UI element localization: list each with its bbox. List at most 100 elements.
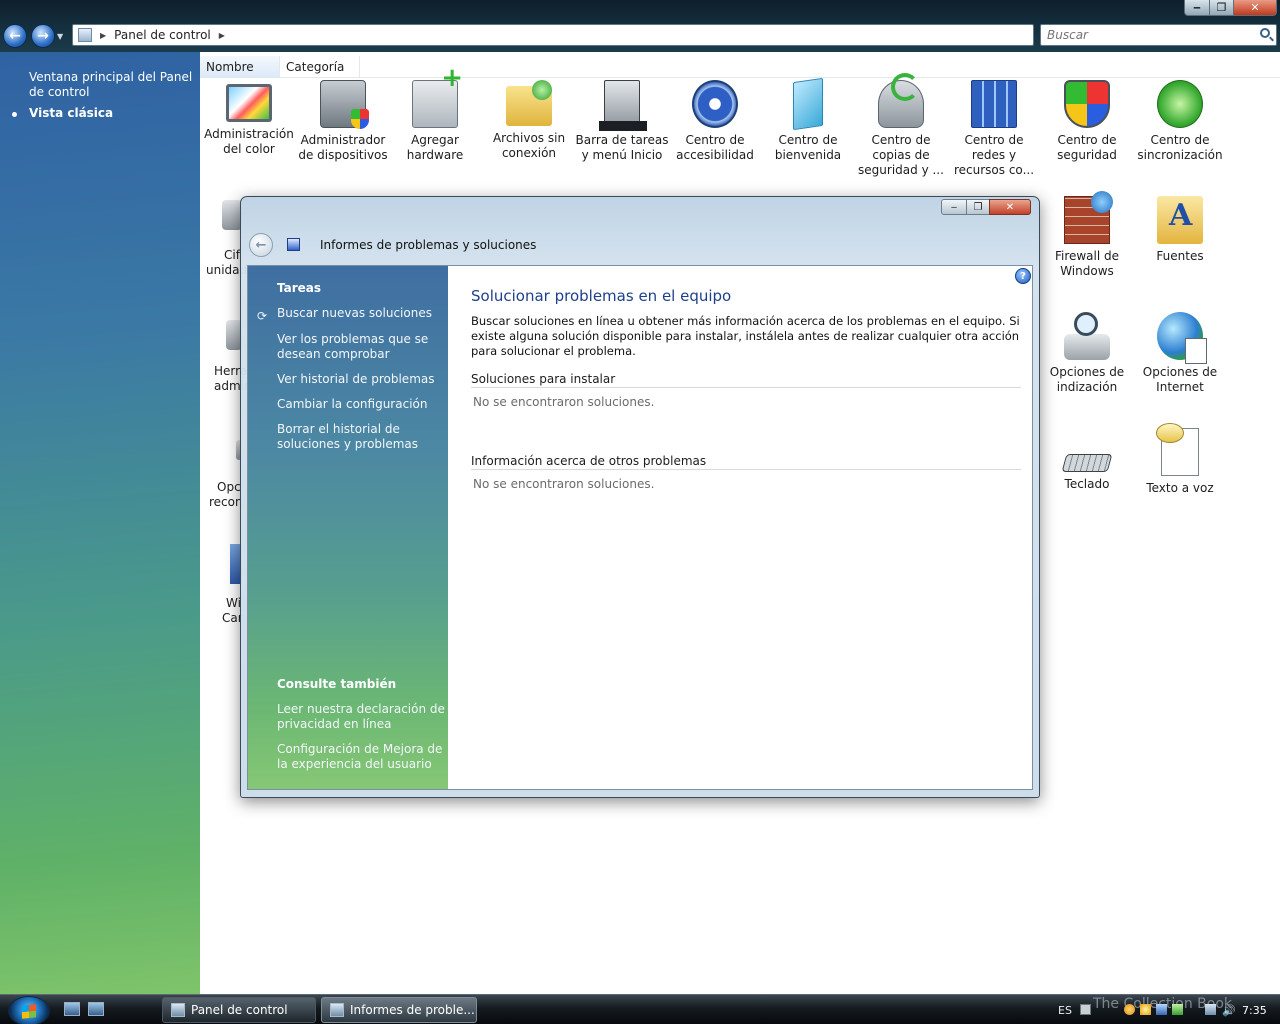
search-input[interactable] <box>1047 28 1247 42</box>
cp-item-backup-center[interactable]: Centro de copias de seguridad y ... <box>853 73 949 178</box>
backup-center-icon <box>878 73 924 128</box>
back-button[interactable]: ← <box>249 233 273 257</box>
network-center-icon <box>971 80 1017 128</box>
cp-item-label: Administrador de dispositivos <box>298 133 388 162</box>
volume-icon[interactable]: 🔊 <box>1222 1004 1236 1017</box>
tasks-pane: Tareas ⟳ Buscar nuevas soluciones Ver lo… <box>248 266 448 789</box>
partial-item-label[interactable]: Opc recon <box>209 480 243 510</box>
back-button[interactable]: ← <box>3 24 27 48</box>
start-button[interactable] <box>8 996 50 1024</box>
keyboard-tray-icon[interactable] <box>1080 1004 1091 1015</box>
device-manager-icon <box>320 80 369 129</box>
maximize-button[interactable]: ❐ <box>966 199 990 215</box>
cp-item-label: Archivos sin conexión <box>492 131 566 160</box>
connection-tray-icon[interactable] <box>1205 1004 1216 1015</box>
restore-button[interactable]: ❐ <box>1209 0 1234 16</box>
task-view-problem-history[interactable]: Ver historial de problemas <box>277 372 445 387</box>
show-desktop-icon[interactable] <box>64 1002 80 1016</box>
partial-item-text: Opc <box>217 480 241 494</box>
cp-item-security-center[interactable]: Centro de seguridad <box>1039 80 1135 163</box>
cp-item-welcome-center[interactable]: Centro de bienvenida <box>760 77 856 163</box>
taskbar-button-problem-reports[interactable]: Informes de proble... <box>321 997 477 1023</box>
cp-item-device-manager[interactable]: Administrador de dispositivos <box>295 80 391 163</box>
clock[interactable]: 7:35 <box>1242 1004 1267 1017</box>
breadcrumb-chevron-icon[interactable]: ▶ <box>219 31 225 40</box>
firewall-icon <box>1064 191 1113 244</box>
problem-reports-icon <box>330 1003 344 1017</box>
control-panel-icon <box>171 1003 185 1017</box>
minimize-button[interactable]: ‒ <box>1184 0 1210 16</box>
keyboard-icon <box>1061 454 1113 472</box>
breadcrumb-control-panel[interactable]: Panel de control <box>114 28 211 42</box>
cp-item-keyboard[interactable]: Teclado <box>1039 428 1135 492</box>
cp-item-label: Texto a voz <box>1146 481 1214 495</box>
search-icon[interactable] <box>1260 28 1270 38</box>
address-bar[interactable]: ▶ Panel de control ▶ ▼ ⟲ <box>72 24 1101 46</box>
task-view-problems-to-check[interactable]: Ver los problemas que se desean comproba… <box>277 332 445 362</box>
dialog-body: Tareas ⟳ Buscar nuevas soluciones Ver lo… <box>247 265 1033 790</box>
see-also-header: Consulte también <box>277 677 397 691</box>
ease-of-access-icon <box>692 80 738 128</box>
security-tray-icon[interactable] <box>1140 1004 1151 1015</box>
title-bar[interactable]: ‒ ❐ ✕ ← → ▼ ▶ Panel de control ▶ ▼ ⟲ <box>0 0 1280 52</box>
forward-button[interactable]: → <box>31 24 55 48</box>
control-panel-icon <box>78 28 92 42</box>
other-problems-empty-text: No se encontraron soluciones. <box>473 477 655 491</box>
page-description: Buscar soluciones en línea u obtener más… <box>471 314 1020 358</box>
cp-item-internet-options[interactable]: Opciones de Internet <box>1132 312 1228 395</box>
cp-item-ease-of-access[interactable]: Centro de accesibilidad <box>667 80 763 163</box>
window-title: Informes de problemas y soluciones <box>320 238 537 252</box>
text-to-speech-icon <box>1156 423 1199 476</box>
language-indicator[interactable]: ES <box>1058 1004 1072 1017</box>
close-button[interactable]: ✕ <box>1233 0 1277 16</box>
network-tray-icon[interactable] <box>1156 1004 1167 1015</box>
minimize-button[interactable]: ‒ <box>941 199 967 215</box>
cp-item-add-hardware[interactable]: Agregar hardware <box>387 71 483 163</box>
column-category[interactable]: Categoría <box>280 56 360 78</box>
cp-item-offline-files[interactable]: Archivos sin conexión <box>481 80 577 161</box>
taskbar-start-menu-icon <box>599 80 647 131</box>
taskbar-button-label: Informes de proble... <box>350 1003 475 1017</box>
cp-item-text-to-speech[interactable]: Texto a voz <box>1132 423 1228 496</box>
refresh-search-icon: ⟳ <box>257 309 268 323</box>
cp-item-network-center[interactable]: Centro de redes y recursos co... <box>946 80 1042 178</box>
cp-item-firewall[interactable]: Firewall de Windows <box>1039 191 1135 279</box>
cp-item-sync-center[interactable]: Centro de sincronización <box>1132 80 1228 163</box>
bullet-icon <box>12 112 17 117</box>
recent-pages-dropdown[interactable]: ▼ <box>57 32 63 41</box>
welcome-center-icon <box>793 77 823 131</box>
switch-windows-icon[interactable] <box>88 1002 104 1016</box>
search-box[interactable] <box>1040 24 1277 46</box>
taskbar-button-control-panel[interactable]: Panel de control <box>162 997 316 1023</box>
cp-item-label: Centro de accesibilidad <box>676 133 754 162</box>
cp-item-color-management[interactable]: Administración del color <box>201 80 297 157</box>
close-button[interactable]: ✕ <box>989 199 1031 215</box>
control-panel-home-link[interactable]: Ventana principal del Panel de control <box>29 70 194 100</box>
cp-item-label: Opciones de indización <box>1049 365 1125 394</box>
problem-reports-window: ‒ ❐ ✕ ← Informes de problemas y solucion… <box>240 196 1040 798</box>
warning-tray-icon[interactable] <box>1124 1004 1135 1015</box>
cp-item-fonts[interactable]: Fuentes <box>1132 196 1228 264</box>
taskbar-button-label: Panel de control <box>191 1003 288 1017</box>
sync-center-icon <box>1157 80 1203 128</box>
cp-item-label: Firewall de Windows <box>1054 249 1120 278</box>
update-tray-icon[interactable] <box>1172 1004 1183 1015</box>
cp-item-indexing-options[interactable]: Opciones de indización <box>1039 312 1135 395</box>
classic-view-link[interactable]: Vista clásica <box>29 106 113 120</box>
cp-item-taskbar-start-menu[interactable]: Barra de tareas y menú Inicio <box>574 80 670 163</box>
cp-item-label: Barra de tareas y menú Inicio <box>575 133 669 162</box>
see-also-privacy-statement[interactable]: Leer nuestra declaración de privacidad e… <box>277 702 445 732</box>
column-header: Nombre Categoría <box>200 56 1280 78</box>
cp-item-label: Agregar hardware <box>406 133 464 162</box>
breadcrumb-chevron-icon[interactable]: ▶ <box>100 31 106 40</box>
column-name[interactable]: Nombre <box>200 56 280 78</box>
page-title: Solucionar problemas en el equipo <box>471 287 732 305</box>
cp-item-label: Teclado <box>1064 477 1110 491</box>
add-hardware-icon <box>412 71 463 128</box>
task-clear-history[interactable]: Borrar el historial de soluciones y prob… <box>277 422 445 452</box>
help-icon[interactable]: ? <box>1015 268 1031 284</box>
task-change-settings[interactable]: Cambiar la configuración <box>277 397 445 412</box>
see-also-ceip-settings[interactable]: Configuración de Mejora de la experienci… <box>277 742 445 772</box>
task-check-new-solutions[interactable]: Buscar nuevas soluciones <box>277 306 445 321</box>
fonts-icon <box>1157 196 1203 244</box>
